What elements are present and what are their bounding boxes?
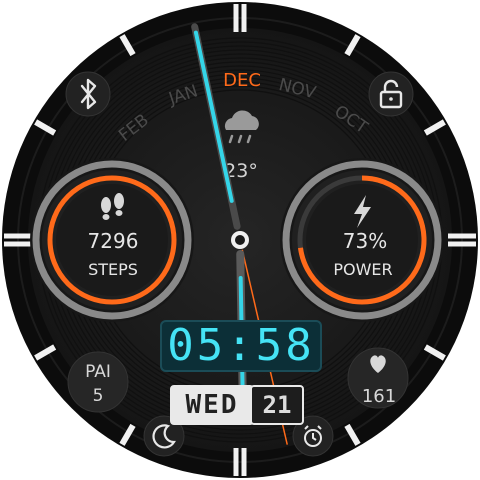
weekday-box: WED <box>170 385 254 425</box>
power-value: 73% <box>343 229 387 253</box>
pai-label: PAI <box>85 362 111 382</box>
steps-value: 7296 <box>88 229 139 253</box>
weekday: WED <box>185 390 239 420</box>
month-dec: DEC <box>223 70 261 91</box>
steps-label: STEPS <box>88 260 138 279</box>
pai-value: 5 <box>93 386 104 406</box>
heart-rate-value: 161 <box>362 386 396 407</box>
lock-button[interactable] <box>368 71 414 117</box>
day-number-box: 21 <box>250 385 304 425</box>
digital-time-display: 05:58 <box>160 320 322 372</box>
day-number: 21 <box>262 391 292 419</box>
bluetooth-button[interactable] <box>65 71 111 117</box>
power-label: POWER <box>333 260 392 279</box>
digital-time: 05:58 <box>167 320 315 371</box>
